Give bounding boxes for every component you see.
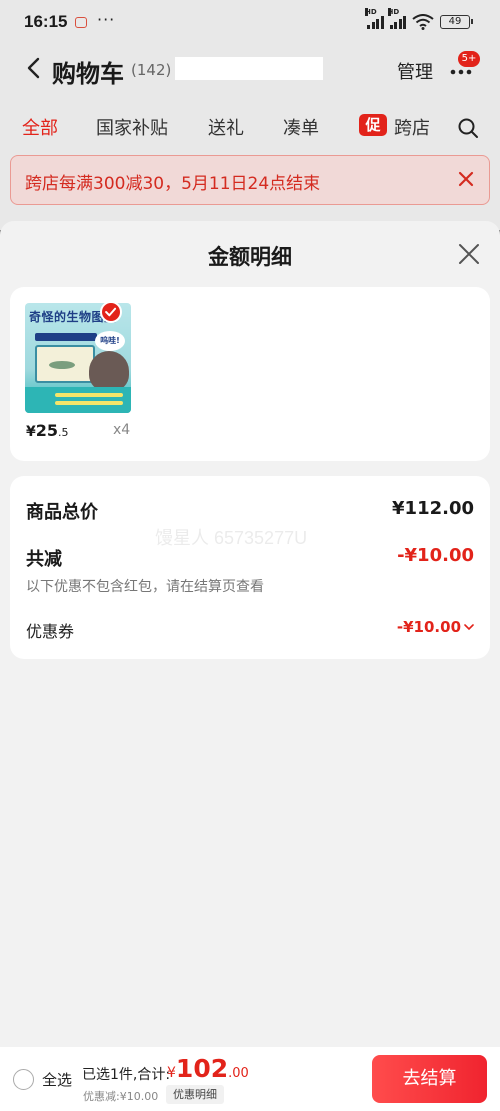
checkout-button[interactable]: 去结算 [372,1055,487,1103]
tab-all[interactable]: 全部 [22,114,58,140]
coupon-row-toggle[interactable]: -¥10.00 [397,618,474,636]
selected-check-icon[interactable] [100,301,122,323]
coupon-value: -¥10.00 [396,618,461,636]
signal-icon: HD [365,8,384,29]
coupon-label: 优惠券 [26,622,75,641]
redacted-box [175,57,323,80]
tab-gift[interactable]: 送礼 [208,114,244,140]
promo-banner: 跨店每满300减30，5月11日24点结束 [10,155,490,205]
back-arrow-icon[interactable] [26,57,40,79]
discount-note: 以下优惠不包含红包，请在结算页查看 [26,579,264,595]
close-icon[interactable] [457,242,481,266]
chevron-down-icon [464,624,474,631]
book-cover-bubble: 呜哇! [95,331,125,351]
page-title: 购物车 [52,60,124,88]
cart-tabs: 全部 国家补贴 送礼 凑单 促 跨店 [0,104,500,146]
wifi-icon [412,14,434,30]
cart-page-background: 16:15 ··· HD HD 49 购物车 (142) 管理 5+ 全部 国家… [0,0,500,230]
product-card: 奇怪的生物图鉴 呜哇! ¥25.5 x4 [10,287,490,461]
sheet-title: 金额明细 [208,245,292,269]
tab-cross-store[interactable]: 跨店 [394,114,430,140]
amount-details-sheet: 金额明细 奇怪的生物图鉴 呜哇! ¥25.5 x4 馒星人 65735277U … [0,221,500,1047]
notification-badge: 5+ [458,51,480,67]
discount-details-button[interactable]: 优惠明细 [166,1085,224,1104]
total-price: ¥102.00 [167,1054,249,1083]
promo-banner-text: 跨店每满300减30，5月11日24点结束 [25,174,321,194]
more-notifications-icon: ··· [97,10,116,29]
notification-app-icon [75,17,87,28]
reduction-value: -¥10.00 [397,545,474,566]
status-time: 16:15 [24,12,68,31]
select-all-radio[interactable] [13,1069,34,1090]
tab-combine-order[interactable]: 凑单 [283,114,319,140]
close-icon[interactable] [457,170,475,188]
search-icon[interactable] [456,116,480,140]
discount-amount: 优惠减:¥10.00 [83,1090,159,1103]
tab-national-subsidy[interactable]: 国家补贴 [96,114,168,140]
price-summary-card: 馒星人 65735277U 商品总价 ¥112.00 共减 -¥10.00 以下… [10,476,490,659]
status-indicators: HD HD 49 [365,8,473,30]
select-all-label[interactable]: 全选 [42,1069,72,1090]
cart-header: 购物车 (142) 管理 5+ [0,46,500,94]
promo-tag-icon: 促 [359,114,387,136]
signal-icon-2: HD [387,8,406,29]
battery-icon: 49 [440,15,473,29]
status-bar: 16:15 ··· HD HD 49 [0,0,500,46]
cart-item-count: (142) [131,61,172,79]
manage-button[interactable]: 管理 [397,58,433,84]
reduction-label: 共减 [26,549,62,570]
checkout-bar: 全选 已选1件,合计: ¥102.00 优惠减:¥10.00 优惠明细 去结算 [0,1047,500,1111]
goods-total-value: ¥112.00 [392,498,474,519]
item-quantity: x4 [113,422,131,438]
selected-count-text: 已选1件,合计: [82,1067,171,1083]
watermark-text: 馒星人 65735277U [155,528,308,548]
goods-total-label: 商品总价 [26,502,98,523]
item-price: ¥25.5 [26,421,69,440]
